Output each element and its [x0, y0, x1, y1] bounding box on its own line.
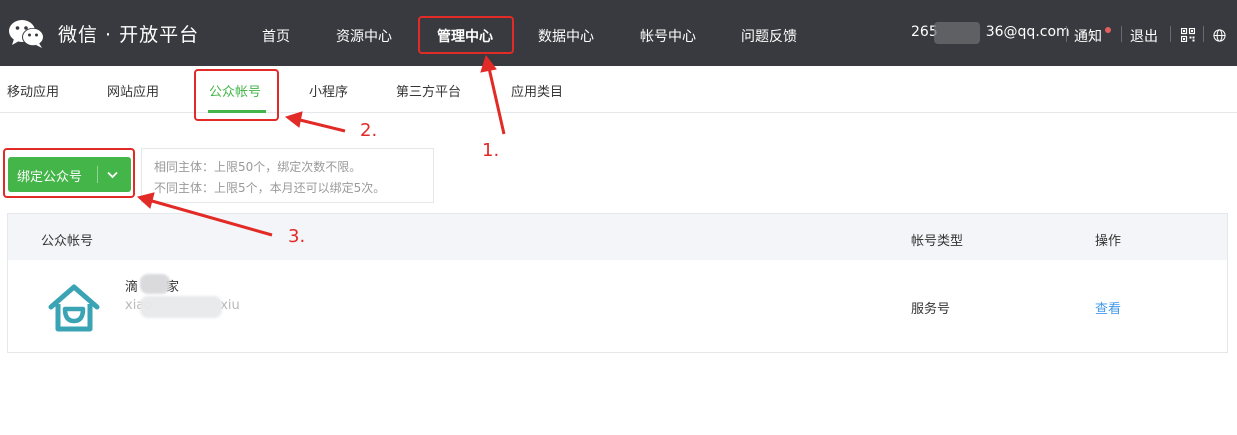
tip-same-entity: 相同主体：上限50个，绑定次数不限。: [154, 160, 362, 174]
view-link[interactable]: 查看: [1095, 298, 1121, 317]
logout-link[interactable]: 退出: [1130, 26, 1158, 46]
account-id-end: xiu: [220, 298, 240, 313]
annotation-label-1: 1.: [482, 140, 500, 161]
email-redaction: [934, 22, 980, 44]
nav-resource-center[interactable]: 资源中心: [336, 26, 392, 46]
brand-title[interactable]: 微信 · 开放平台: [58, 20, 199, 47]
nav-account-center[interactable]: 帐号中心: [640, 26, 696, 46]
globe-icon[interactable]: [1213, 29, 1226, 42]
account-type: 服务号: [911, 302, 951, 317]
annotation-box-official-accounts-tab: [194, 69, 279, 121]
nav-feedback[interactable]: 问题反馈: [741, 26, 797, 46]
annotation-label-3: 3.: [288, 226, 306, 247]
annotation-box-management-center: [418, 16, 514, 54]
tab-app-categories[interactable]: 应用类目: [511, 81, 563, 100]
bind-limit-tip: 相同主体：上限50个，绑定次数不限。 不同主体：上限5个，本月还可以绑定5次。: [141, 148, 434, 203]
email-suffix: 36@qq.com: [985, 24, 1070, 40]
tip-different-entity: 不同主体：上限5个，本月还可以绑定5次。: [154, 181, 386, 195]
nav-data-center[interactable]: 数据中心: [538, 26, 594, 46]
divider: [1203, 26, 1204, 42]
official-account-table: 公众帐号 帐号类型 操作 滴家 xiao xiu 服务号 查看: [7, 213, 1228, 353]
annotation-label-2: 2.: [360, 120, 378, 141]
notice-badge: [1105, 27, 1111, 33]
tab-third-party-platform[interactable]: 第三方平台: [396, 81, 461, 100]
header-account: 公众帐号: [41, 234, 94, 249]
header-action: 操作: [1095, 234, 1122, 249]
notice-link[interactable]: 通知: [1074, 26, 1102, 46]
qrcode-icon[interactable]: [1181, 28, 1195, 42]
nav-home[interactable]: 首页: [262, 26, 290, 46]
divider: [1066, 26, 1067, 42]
home-account-icon: [48, 284, 100, 332]
wechat-logo-icon: [9, 20, 44, 48]
tab-mobile-apps[interactable]: 移动应用: [7, 81, 59, 100]
tab-website-apps[interactable]: 网站应用: [107, 81, 159, 100]
sub-tabs: 移动应用 网站应用 公众帐号 小程序 第三方平台 应用类目: [0, 66, 1237, 113]
name-redaction: [140, 274, 170, 294]
page: 微信 · 开放平台 首页 资源中心 管理中心 数据中心 帐号中心 问题反馈 26…: [0, 0, 1237, 435]
tab-mini-programs[interactable]: 小程序: [309, 81, 348, 100]
header-account-type: 帐号类型: [911, 234, 964, 249]
arrow-2: [284, 111, 346, 133]
id-redaction: [140, 296, 222, 318]
top-navigation-bar: 微信 · 开放平台 首页 资源中心 管理中心 数据中心 帐号中心 问题反馈 26…: [0, 0, 1237, 66]
account-name-start: 滴: [125, 280, 139, 295]
divider: [1121, 26, 1122, 42]
divider: [1170, 26, 1171, 42]
annotation-box-bind-button: [3, 148, 135, 198]
table-header: 公众帐号 帐号类型 操作: [8, 214, 1227, 260]
